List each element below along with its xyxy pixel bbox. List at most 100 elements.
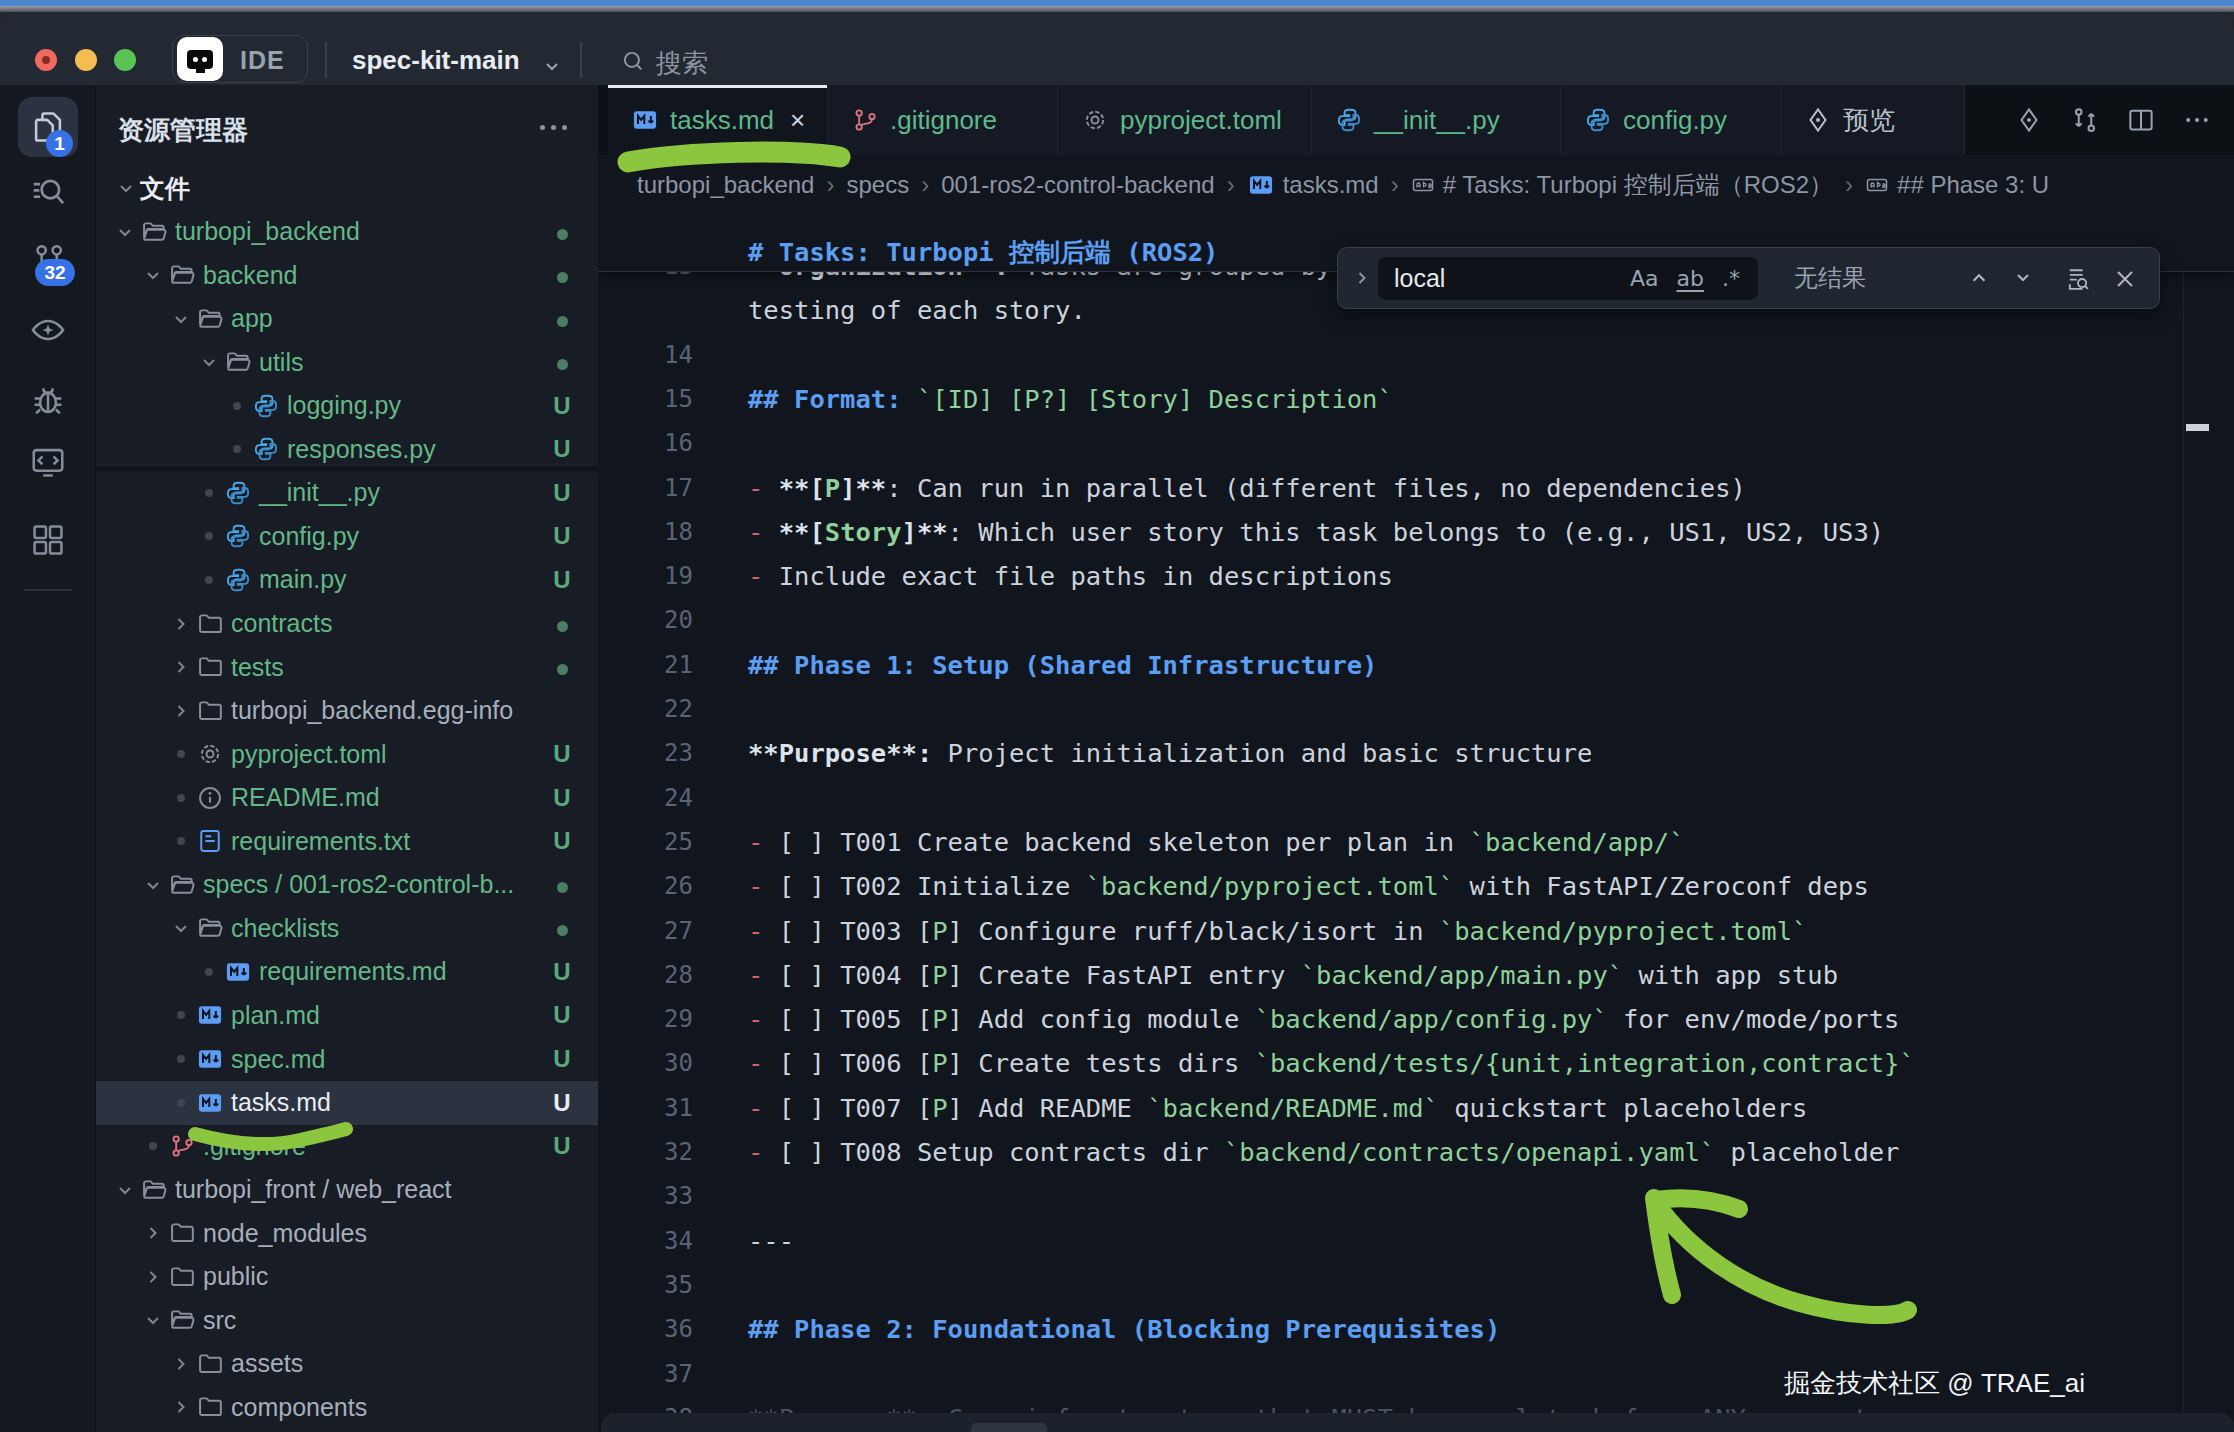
tab-pyproject-toml[interactable]: pyproject.toml <box>1058 85 1312 155</box>
breadcrumb-item[interactable]: turbopi_backend <box>637 171 814 199</box>
tab--init-py[interactable]: __init__.py <box>1312 85 1561 155</box>
tree-item-pyproject-toml[interactable]: pyproject.tomlU <box>96 732 598 776</box>
expander-chevron-icon[interactable] <box>167 305 195 333</box>
tab--gitignore[interactable]: .gitignore <box>828 85 1058 155</box>
preview-icon[interactable] <box>0 311 96 349</box>
tab-close-icon[interactable]: × <box>790 105 805 136</box>
zoom-window-button[interactable] <box>114 49 136 71</box>
diff-action-icon[interactable] <box>2070 105 2100 135</box>
close-window-button[interactable] <box>35 49 57 71</box>
tree-item-tasks-md[interactable]: tasks.mdU <box>96 1081 598 1125</box>
breadcrumb-label: tasks.md <box>1283 171 1379 199</box>
expander-chevron-icon[interactable] <box>139 1219 167 1247</box>
match-case-toggle[interactable]: Aa <box>1630 266 1659 291</box>
more-action-icon[interactable] <box>2182 105 2212 135</box>
tree-item-plan-md[interactable]: plan.mdU <box>96 993 598 1037</box>
tree-item-utils[interactable]: utils <box>96 340 598 384</box>
whole-word-toggle[interactable]: ab <box>1677 266 1704 291</box>
expander-chevron-icon[interactable] <box>167 653 195 681</box>
file-dot-icon <box>167 1001 195 1029</box>
code-line: - Include exact file paths in descriptio… <box>748 554 1393 598</box>
tree-item-public[interactable]: public <box>96 1255 598 1299</box>
tree-item--gitignore[interactable]: .gitignoreU <box>96 1124 598 1168</box>
global-search-input[interactable]: 搜索 <box>656 46 708 81</box>
expander-chevron-icon[interactable] <box>111 1176 139 1204</box>
line-number: 15 <box>598 377 693 421</box>
tree-item-assets[interactable]: assets <box>96 1342 598 1386</box>
tree-item-backend[interactable]: backend <box>96 253 598 297</box>
md-icon <box>1247 171 1275 199</box>
expander-chevron-icon[interactable] <box>167 1350 195 1378</box>
tree-item--[interactable]: 文件 <box>96 166 598 210</box>
file-tree: 文件turbopi_backendbackendapputilslogging.… <box>96 166 598 1432</box>
terminal-icon[interactable] <box>0 443 96 481</box>
expander-chevron-icon[interactable] <box>139 1306 167 1334</box>
breadcrumb-item[interactable]: ## Phase 3: U <box>1865 171 2049 199</box>
find-input[interactable]: local Aa ab .* <box>1378 257 1758 300</box>
expander-chevron-icon[interactable] <box>167 914 195 942</box>
search-icon[interactable] <box>620 48 646 74</box>
tab-config-py[interactable]: config.py <box>1561 85 1781 155</box>
find-close-button[interactable] <box>2111 265 2139 293</box>
expander-chevron-icon[interactable] <box>139 1263 167 1291</box>
breadcrumb-item[interactable]: tasks.md <box>1247 171 1379 199</box>
eyed-action-icon[interactable] <box>2014 105 2044 135</box>
tree-item-requirements-txt[interactable]: requirements.txtU <box>96 819 598 863</box>
line-number: 30 <box>598 1041 693 1085</box>
tree-item-specs-001-ros2-control-b-[interactable]: specs / 001-ros2-control-b... <box>96 863 598 907</box>
expander-chevron-icon[interactable] <box>167 1393 195 1421</box>
breadcrumb-item[interactable]: 001-ros2-control-backend <box>941 171 1214 199</box>
expander-chevron-icon[interactable] <box>139 871 167 899</box>
chevron-down-icon[interactable] <box>540 54 564 78</box>
tab-预览[interactable]: 预览 <box>1781 85 1965 155</box>
find-expand-chevron[interactable] <box>1350 266 1374 290</box>
activity-bar-divider <box>24 589 72 591</box>
expander-chevron-icon[interactable] <box>112 174 140 202</box>
find-next-button[interactable] <box>2011 265 2035 289</box>
project-switcher[interactable]: spec-kit-main <box>352 45 520 76</box>
expander-chevron-icon[interactable] <box>167 610 195 638</box>
breadcrumb-item[interactable]: specs <box>846 171 909 199</box>
find-in-selection-button[interactable] <box>2064 265 2092 293</box>
tree-item-requirements-md[interactable]: requirements.mdU <box>96 950 598 994</box>
expander-chevron-icon[interactable] <box>139 261 167 289</box>
tree-item-tests[interactable]: tests <box>96 645 598 689</box>
minimize-window-button[interactable] <box>75 49 97 71</box>
bottom-panel-edge[interactable] <box>601 1413 2234 1432</box>
tree-item-checklists[interactable]: checklists <box>96 906 598 950</box>
tree-item-config-py[interactable]: config.pyU <box>96 514 598 558</box>
code-line: - **[P]**: Can run in parallel (differen… <box>748 466 1746 510</box>
bottom-panel-handle[interactable] <box>971 1423 1047 1432</box>
split-action-icon[interactable] <box>2126 105 2156 135</box>
tree-item-responses-py[interactable]: responses.pyU <box>96 427 598 471</box>
tree-item-app[interactable]: app <box>96 297 598 341</box>
tree-item-turbopi-backend[interactable]: turbopi_backend <box>96 210 598 254</box>
tree-item-main-py[interactable]: main.pyU <box>96 558 598 602</box>
find-previous-button[interactable] <box>1966 265 1992 291</box>
search-icon[interactable] <box>0 173 96 211</box>
tree-item--init-py[interactable]: __init__.pyU <box>96 471 598 515</box>
tree-item-contracts[interactable]: contracts <box>96 602 598 646</box>
expander-chevron-icon[interactable] <box>167 697 195 725</box>
tree-item-logging-py[interactable]: logging.pyU <box>96 384 598 428</box>
extensions-icon[interactable] <box>0 521 96 559</box>
line-number: 34 <box>598 1219 693 1263</box>
tree-item-spec-md[interactable]: spec.mdU <box>96 1037 598 1081</box>
expander-chevron-icon[interactable] <box>111 218 139 246</box>
folder-icon <box>195 696 225 726</box>
breadcrumb-item[interactable]: # Tasks: Turbopi 控制后端（ROS2） <box>1411 169 1833 201</box>
line-number: 27 <box>598 909 693 953</box>
line-number: 18 <box>598 510 693 554</box>
tree-item-turbopi-backend-egg-info[interactable]: turbopi_backend.egg-info <box>96 689 598 733</box>
tree-item-src[interactable]: src <box>96 1298 598 1342</box>
tree-item-components[interactable]: components <box>96 1385 598 1429</box>
debug-icon[interactable] <box>0 381 96 419</box>
sidebar-more-actions[interactable] <box>540 125 567 130</box>
expander-chevron-icon[interactable] <box>195 348 223 376</box>
editor-pane[interactable]: 1314151617181920212223242526272829303132… <box>598 215 2234 1413</box>
regex-toggle[interactable]: .* <box>1722 266 1740 291</box>
tree-item-turbopi-front-web-react[interactable]: turbopi_front / web_react <box>96 1168 598 1212</box>
tab-tasks-md[interactable]: tasks.md× <box>608 85 828 155</box>
tree-item-node-modules[interactable]: node_modules <box>96 1211 598 1255</box>
tree-item-readme-md[interactable]: README.mdU <box>96 776 598 820</box>
